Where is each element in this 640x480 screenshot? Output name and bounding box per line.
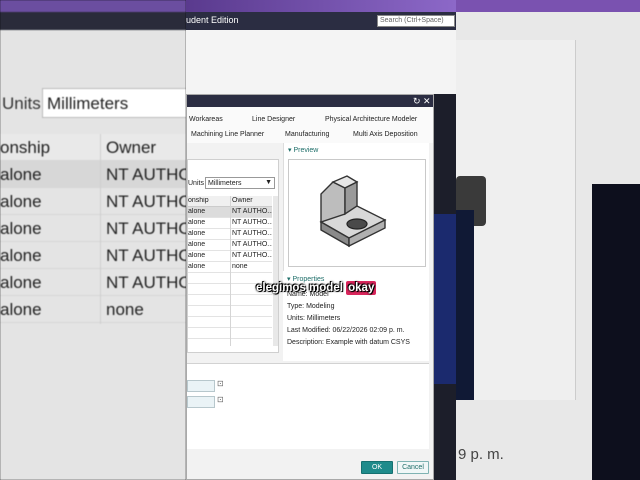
tab-physical-architecture-modeler[interactable]: Physical Architecture Modeler	[325, 116, 417, 123]
background-table-row: alone NT AUTHO	[0, 269, 186, 296]
background-table-row: alone none	[0, 296, 186, 323]
background-time-text: 9 p. m.	[458, 446, 504, 463]
background-table-row: alone NT AUTHO	[0, 188, 186, 215]
background-left: Units Millimeters onship Owner alone NT A…	[0, 0, 186, 480]
template-list-panel: Units Millimeters ▼ onship Owner alone NT…	[187, 159, 279, 353]
background-title-bar	[0, 12, 186, 30]
command-search-input[interactable]: Search (Ctrl+Space)	[377, 15, 455, 27]
background-units-row: Units Millimeters	[0, 86, 186, 122]
tab-manufacturing[interactable]: Manufacturing	[285, 131, 329, 138]
refresh-icon[interactable]: ↻	[413, 96, 421, 106]
application-tabs: Workareas Line Designer Physical Archite…	[187, 107, 433, 143]
video-caption: elegimos model okay	[256, 281, 377, 295]
file-name-field[interactable]	[187, 380, 215, 392]
background-viewport	[456, 210, 474, 400]
background-units-label: Units	[2, 94, 41, 113]
units-select[interactable]: Millimeters ▼	[205, 177, 275, 189]
chevron-down-icon: ▼	[265, 179, 272, 186]
app-title-bar: udent Edition Search (Ctrl+Space)	[186, 12, 456, 30]
preview-header[interactable]: ▾ Preview	[288, 146, 318, 154]
grid-column-divider	[230, 196, 231, 346]
background-dark-area	[592, 184, 640, 480]
app-top-strip	[186, 0, 456, 12]
file-location-field[interactable]	[187, 396, 215, 408]
units-label: Units	[188, 180, 204, 187]
background-table-row: alone NT AUTHO	[0, 161, 186, 188]
app-ribbon-area	[186, 30, 456, 94]
dialog-title-bar: ↻ ✕	[187, 95, 433, 107]
app-side-viewport	[434, 94, 456, 480]
background-table-row: alone NT AUTHO	[0, 242, 186, 269]
preview-section: ▾ Preview	[283, 143, 429, 271]
background-table-row: alone NT AUTHO	[0, 215, 186, 242]
property-type: Type: Modeling	[287, 303, 335, 310]
app-title: udent Edition	[186, 15, 239, 25]
ok-button[interactable]: OK	[361, 461, 393, 474]
folder-open-icon[interactable]: ⊡	[217, 379, 227, 391]
tab-line-designer[interactable]: Line Designer	[252, 116, 295, 123]
property-description: Description: Example with datum CSYS	[287, 339, 410, 346]
background-table-header: onship Owner	[0, 134, 186, 161]
viewport-panel	[434, 214, 456, 384]
background-table: onship Owner alone NT AUTHO alone NT AUTHO…	[0, 134, 186, 323]
tab-workareas[interactable]: Workareas	[189, 116, 223, 123]
background-top-strip	[0, 0, 186, 12]
property-units: Units: Millimeters	[287, 315, 341, 322]
background-units-box: Millimeters	[42, 88, 186, 118]
caption-highlight: okay	[346, 281, 377, 295]
background-right: 9 p. m.	[456, 0, 640, 480]
background-top-strip	[456, 0, 640, 12]
close-icon[interactable]: ✕	[423, 96, 431, 106]
property-last-modified: Last Modified: 06/22/2026 02:09 p. m.	[287, 327, 405, 334]
app-window: udent Edition Search (Ctrl+Space) ↻ ✕ Wo…	[186, 0, 456, 480]
model-thumbnail-icon	[319, 175, 387, 248]
grid-scrollbar[interactable]	[273, 196, 278, 346]
preview-thumbnail	[288, 159, 426, 267]
tab-multi-axis-deposition[interactable]: Multi Axis Deposition	[353, 131, 418, 138]
tab-machining-line-planner[interactable]: Machining Line Planner	[191, 131, 264, 138]
folder-open-icon[interactable]: ⊡	[217, 395, 227, 407]
background-table-divider	[100, 134, 101, 324]
file-location-section: ⊡ ⊡	[187, 363, 429, 449]
cancel-button[interactable]: Cancel	[397, 461, 429, 474]
